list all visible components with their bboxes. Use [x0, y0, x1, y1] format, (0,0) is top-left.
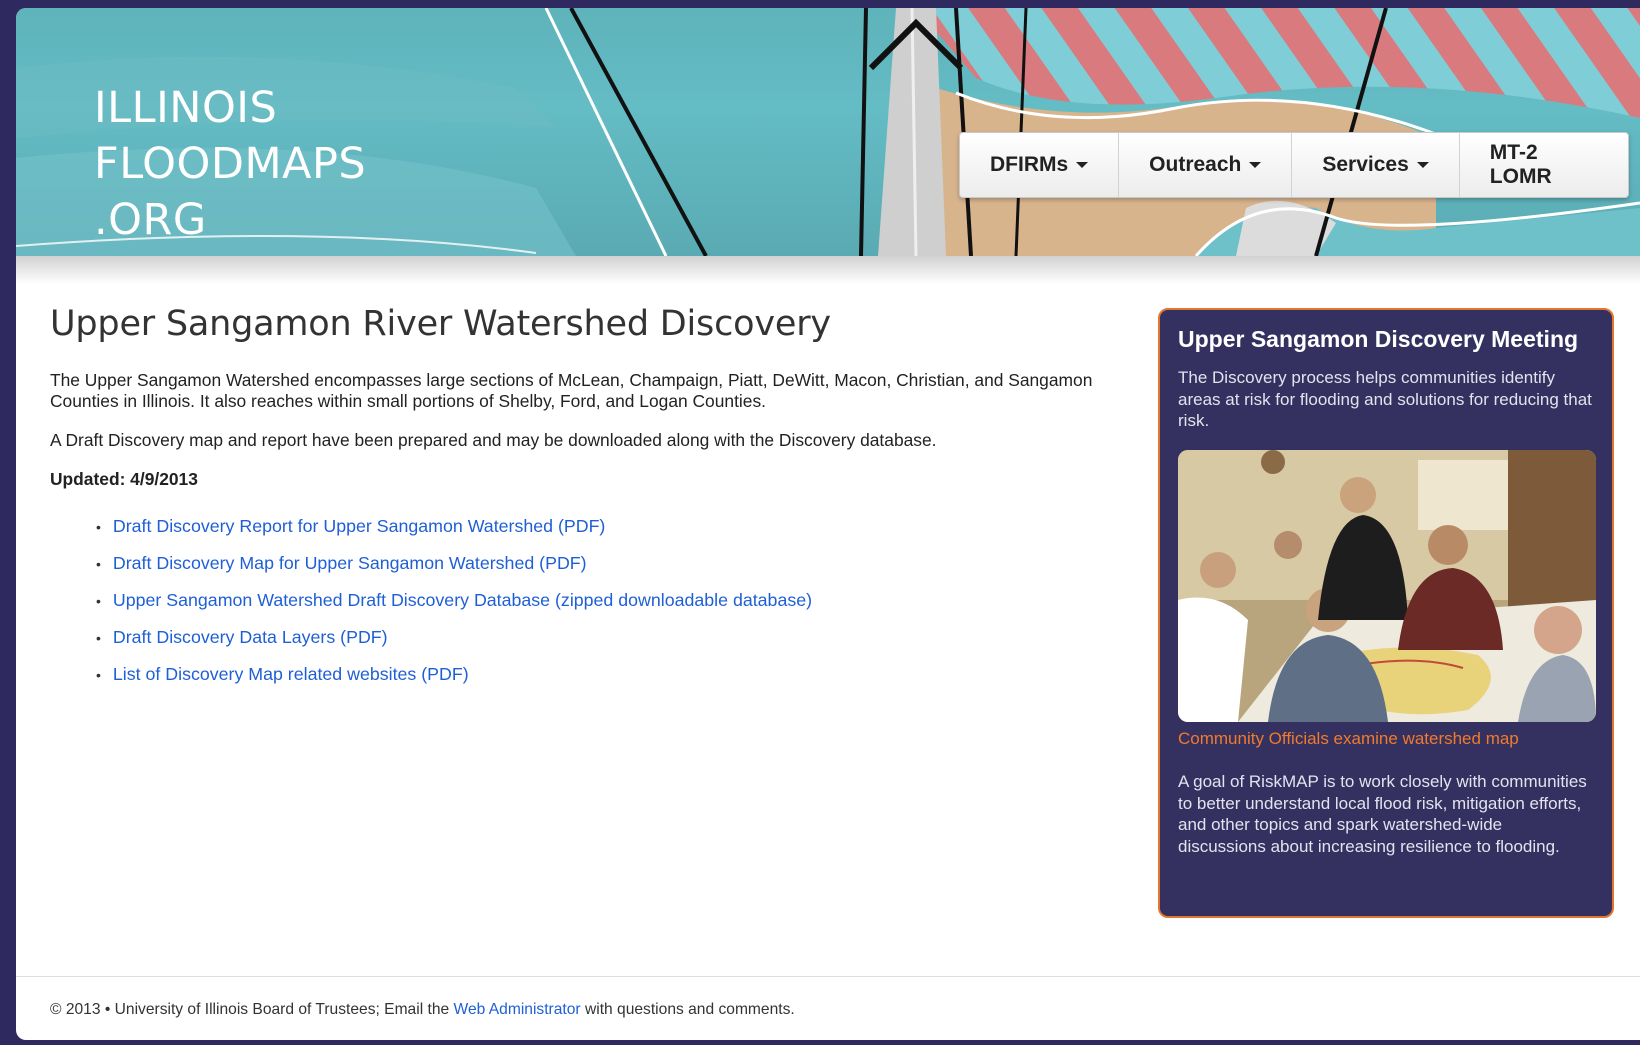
header-banner: ILLINOIS FLOODMAPS .ORG DFIRMs Outreach … [16, 8, 1640, 256]
footer-suffix: with questions and comments. [580, 1001, 795, 1018]
link-discovery-report[interactable]: Draft Discovery Report for Upper Sangamo… [113, 516, 605, 537]
nav-dfirms[interactable]: DFIRMs [960, 133, 1120, 197]
nav-dfirms-label: DFIRMs [990, 153, 1069, 176]
main-nav: DFIRMs Outreach Services MT-2 LOMR [959, 132, 1629, 198]
download-links: Draft Discovery Report for Upper Sangamo… [94, 508, 1130, 693]
sidebar-heading: Upper Sangamon Discovery Meeting [1178, 326, 1579, 352]
nav-mt2-lomr-label: MT-2 LOMR [1489, 141, 1552, 188]
page: ILLINOIS FLOODMAPS .ORG DFIRMs Outreach … [16, 8, 1640, 1040]
list-item: Upper Sangamon Watershed Draft Discovery… [94, 582, 1130, 619]
list-item: Draft Discovery Map for Upper Sangamon W… [94, 545, 1130, 582]
footer-copyright: © 2013 • University of Illinois Board of… [50, 1001, 454, 1018]
nav-outreach-label: Outreach [1149, 153, 1242, 176]
nav-services-label: Services [1322, 153, 1409, 176]
link-data-layers[interactable]: Draft Discovery Data Layers (PDF) [113, 627, 388, 648]
intro-paragraph: The Upper Sangamon Watershed encompasses… [50, 370, 1093, 411]
chevron-down-icon [1076, 162, 1089, 168]
photo-caption: Community Officials examine watershed ma… [1178, 728, 1519, 748]
meeting-photo [1178, 449, 1596, 722]
sidebar-description: The Discovery process helps communities … [1178, 368, 1592, 430]
banner-shadow [16, 256, 1640, 284]
meeting-photo-illustration [1178, 449, 1596, 722]
footer-divider [16, 976, 1640, 977]
sidebar-goal-text: A goal of RiskMAP is to work closely wit… [1178, 772, 1587, 856]
nav-mt2-lomr[interactable]: MT-2 LOMR [1460, 133, 1628, 197]
chevron-down-icon [1249, 162, 1262, 168]
nav-services[interactable]: Services [1292, 133, 1460, 197]
page-title: Upper Sangamon River Watershed Discovery [50, 304, 831, 344]
draft-note-paragraph: A Draft Discovery map and report have be… [50, 430, 937, 450]
link-discovery-database[interactable]: Upper Sangamon Watershed Draft Discovery… [113, 590, 812, 611]
list-item: List of Discovery Map related websites (… [94, 656, 1130, 693]
list-item: Draft Discovery Report for Upper Sangamo… [94, 508, 1130, 545]
list-item: Draft Discovery Data Layers (PDF) [94, 619, 1130, 656]
footer: © 2013 • University of Illinois Board of… [50, 1001, 795, 1019]
discovery-meeting-sidebar: Upper Sangamon Discovery Meeting The Dis… [1158, 308, 1614, 918]
nav-outreach[interactable]: Outreach [1119, 133, 1293, 197]
logo-line-3: .ORG [94, 195, 207, 245]
logo-line-1: ILLINOIS [94, 83, 278, 133]
updated-date: Updated: 4/9/2013 [50, 469, 198, 489]
main-content: Upper Sangamon River Watershed Discovery… [50, 304, 1130, 693]
logo-line-2: FLOODMAPS [94, 139, 367, 189]
web-administrator-link[interactable]: Web Administrator [454, 1001, 581, 1018]
link-discovery-map[interactable]: Draft Discovery Map for Upper Sangamon W… [113, 553, 587, 574]
chevron-down-icon [1416, 162, 1429, 168]
link-related-websites[interactable]: List of Discovery Map related websites (… [113, 664, 469, 685]
site-logo[interactable]: ILLINOIS FLOODMAPS .ORG [94, 80, 366, 248]
